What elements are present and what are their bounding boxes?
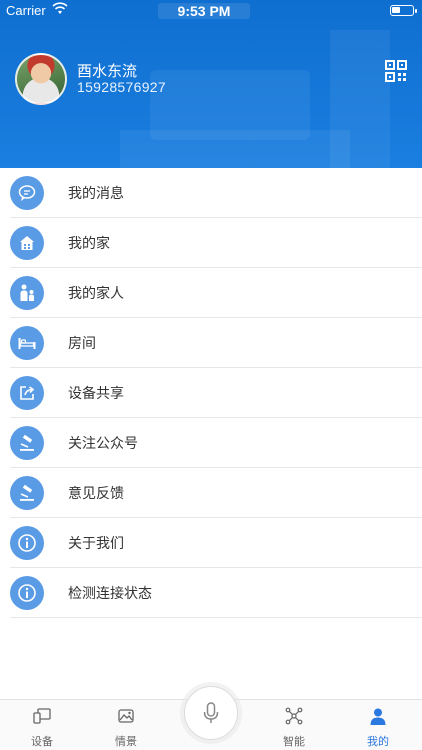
settings-menu: 我的消息 我的家 我的家人 房间 设备共享 关注公众号 意见反馈 关于我们 检测… (0, 168, 422, 618)
message-icon (10, 176, 44, 210)
username: 酉水东流 (77, 62, 138, 80)
tab-smart[interactable]: 智能 (264, 700, 324, 750)
profile-header: Carrier 9:53 PM 酉水东流 15928576927 (0, 0, 422, 168)
bed-icon (10, 326, 44, 360)
device-icon (33, 708, 51, 724)
menu-label: 我的家 (68, 236, 110, 252)
menu-item-my-home[interactable]: 我的家 (0, 218, 422, 268)
menu-label: 我的消息 (68, 186, 124, 202)
wifi-icon (52, 2, 68, 14)
profile-icon (370, 708, 386, 725)
menu-label: 关于我们 (68, 536, 124, 552)
background-window-shape (330, 30, 390, 168)
menu-label: 检测连接状态 (68, 586, 152, 602)
menu-label: 设备共享 (68, 386, 124, 402)
tab-scenes[interactable]: 情景 (96, 700, 156, 750)
phone-number: 15928576927 (77, 79, 166, 95)
carrier-label: Carrier (6, 3, 46, 18)
microphone-icon (203, 702, 219, 723)
info-icon (10, 526, 44, 560)
clock: 9:53 PM (158, 3, 250, 19)
menu-item-connection-status[interactable]: 检测连接状态 (0, 568, 422, 618)
menu-label: 关注公众号 (68, 436, 138, 452)
home-icon (10, 226, 44, 260)
background-floor-shape (120, 130, 350, 168)
menu-label: 意见反馈 (68, 486, 124, 502)
scene-icon (118, 709, 134, 723)
family-icon (10, 276, 44, 310)
tab-bar: 设备 情景 智能 我的 (0, 686, 422, 750)
qr-code-icon[interactable] (385, 60, 407, 82)
tab-label: 设备 (31, 735, 53, 748)
status-bar: Carrier 9:53 PM (0, 0, 422, 22)
gavel-icon (10, 476, 44, 510)
voice-button[interactable] (184, 686, 238, 740)
menu-label: 我的家人 (68, 286, 124, 302)
menu-item-feedback[interactable]: 意见反馈 (0, 468, 422, 518)
menu-item-family[interactable]: 我的家人 (0, 268, 422, 318)
menu-item-messages[interactable]: 我的消息 (0, 168, 422, 218)
menu-item-rooms[interactable]: 房间 (0, 318, 422, 368)
battery-icon (390, 5, 417, 16)
tab-label: 智能 (283, 735, 305, 748)
menu-label: 房间 (68, 336, 96, 352)
menu-item-device-share[interactable]: 设备共享 (0, 368, 422, 418)
divider (10, 617, 422, 618)
share-icon (10, 376, 44, 410)
tab-label: 情景 (115, 735, 137, 748)
gavel-icon (10, 426, 44, 460)
tab-label: 我的 (367, 735, 389, 748)
avatar[interactable] (15, 53, 67, 105)
tab-profile[interactable]: 我的 (348, 700, 408, 750)
menu-item-follow-account[interactable]: 关注公众号 (0, 418, 422, 468)
menu-item-about-us[interactable]: 关于我们 (0, 518, 422, 568)
info-icon (10, 576, 44, 610)
smart-icon (285, 707, 303, 725)
tab-devices[interactable]: 设备 (12, 700, 72, 750)
